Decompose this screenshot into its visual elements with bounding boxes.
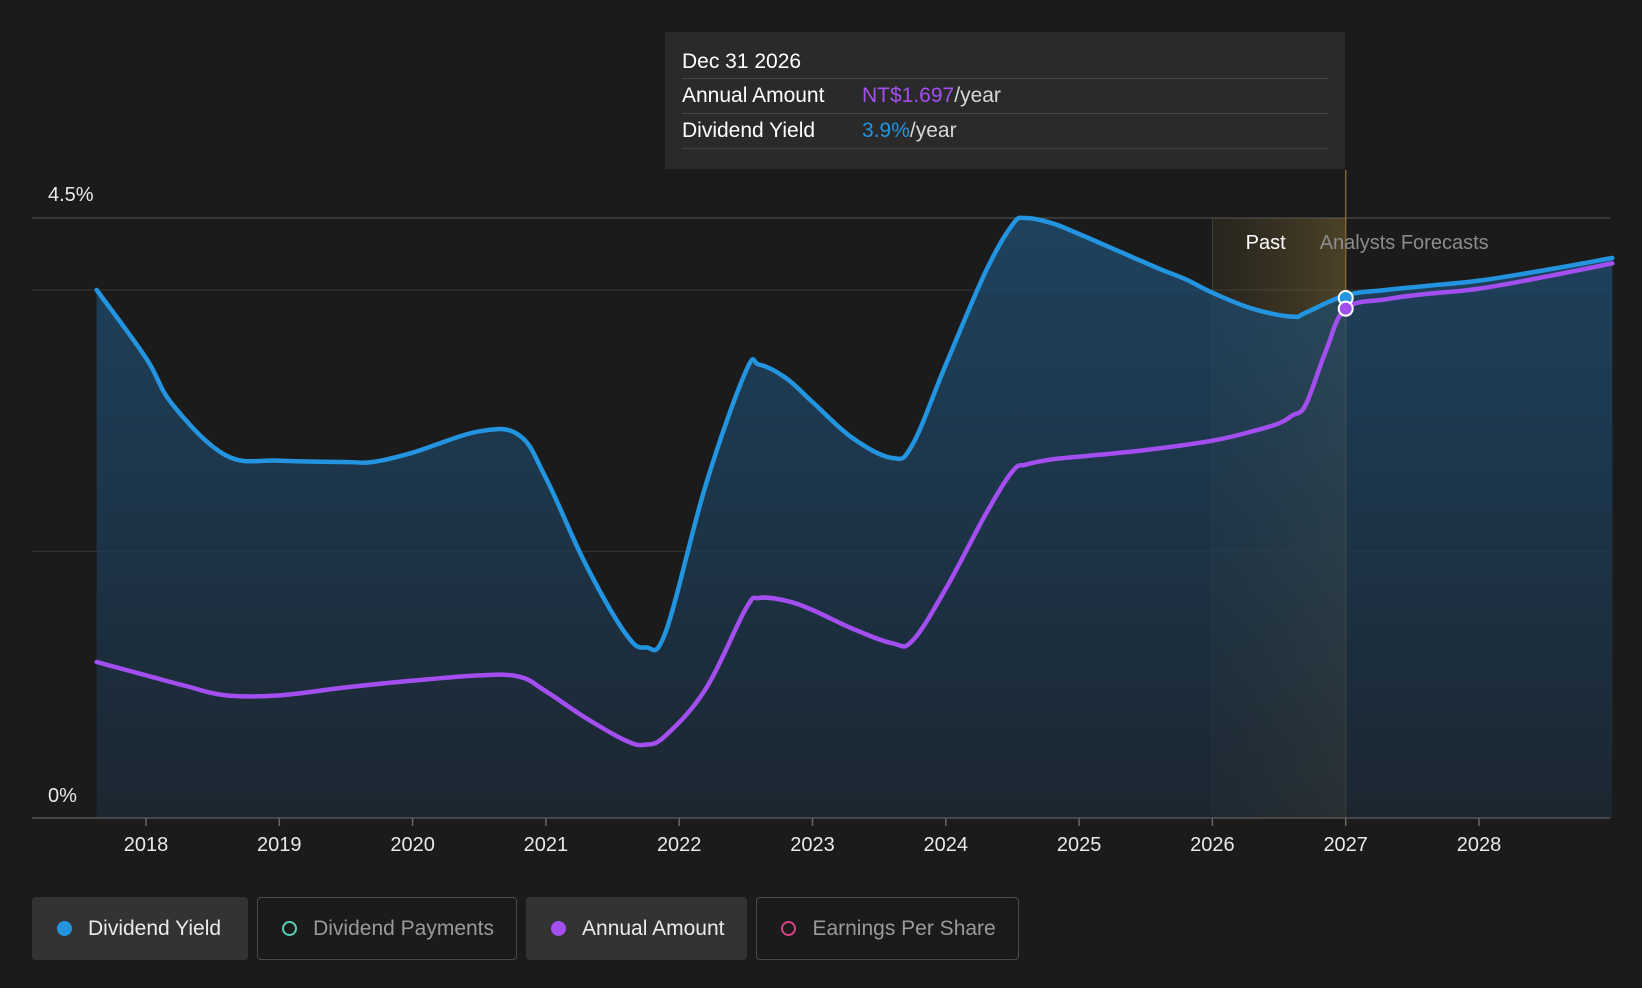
y-tick-label-top: 4.5% <box>48 184 94 206</box>
x-tick-label: 2021 <box>524 834 569 856</box>
legend-label: Earnings Per Share <box>812 916 996 940</box>
tooltip-annual-label: Annual Amount <box>682 84 825 107</box>
x-tick-label: 2019 <box>257 834 302 856</box>
past-label: Past <box>1246 232 1286 254</box>
tooltip-annual-row: Annual Amount NT$1.697/year <box>682 79 1329 114</box>
legend-dividend-payments[interactable]: Dividend Payments <box>257 897 518 960</box>
tooltip-annual-value: NT$1.697 <box>862 84 955 107</box>
tooltip: Dec 31 2026 Annual Amount NT$1.697/year … <box>665 32 1345 169</box>
hollow-circle-icon <box>781 921 797 936</box>
forecast-label: Analysts Forecasts <box>1320 232 1489 254</box>
tooltip-yield-suffix: /year <box>909 119 957 142</box>
annual-amount-point <box>1337 300 1354 317</box>
legend-label: Annual Amount <box>582 916 725 940</box>
legend: Dividend Yield Dividend Payments Annual … <box>32 897 1019 960</box>
legend-label: Dividend Payments <box>313 916 495 940</box>
x-tick-label: 2022 <box>657 834 702 856</box>
filled-circle-icon <box>551 921 567 936</box>
tooltip-yield-value: 3.9% <box>862 119 910 142</box>
x-tick-label: 2026 <box>1190 834 1235 856</box>
x-tick-label: 2028 <box>1457 834 1502 856</box>
filled-circle-icon <box>57 921 72 936</box>
x-tick-label: 2025 <box>1057 834 1102 856</box>
tooltip-date: Dec 31 2026 <box>682 46 1329 79</box>
tooltip-annual-suffix: /year <box>954 84 1001 107</box>
legend-annual-amount[interactable]: Annual Amount <box>526 897 748 960</box>
x-tick-label: 2020 <box>390 834 435 856</box>
legend-earnings-per-share[interactable]: Earnings Per Share <box>756 897 1019 960</box>
tooltip-yield-label: Dividend Yield <box>682 119 816 142</box>
x-tick-label: 2027 <box>1323 834 1368 856</box>
legend-dividend-yield[interactable]: Dividend Yield <box>32 897 249 960</box>
y-tick-label-bottom: 0% <box>48 785 77 807</box>
x-tick-label: 2023 <box>790 834 835 856</box>
hollow-circle-icon <box>282 921 298 936</box>
x-tick-label: 2018 <box>124 834 169 856</box>
x-tick-label: 2024 <box>924 834 969 856</box>
legend-label: Dividend Yield <box>88 916 222 940</box>
dividend-yield-area <box>96 217 1613 819</box>
tooltip-yield-row: Dividend Yield 3.9%/year <box>682 114 1329 149</box>
